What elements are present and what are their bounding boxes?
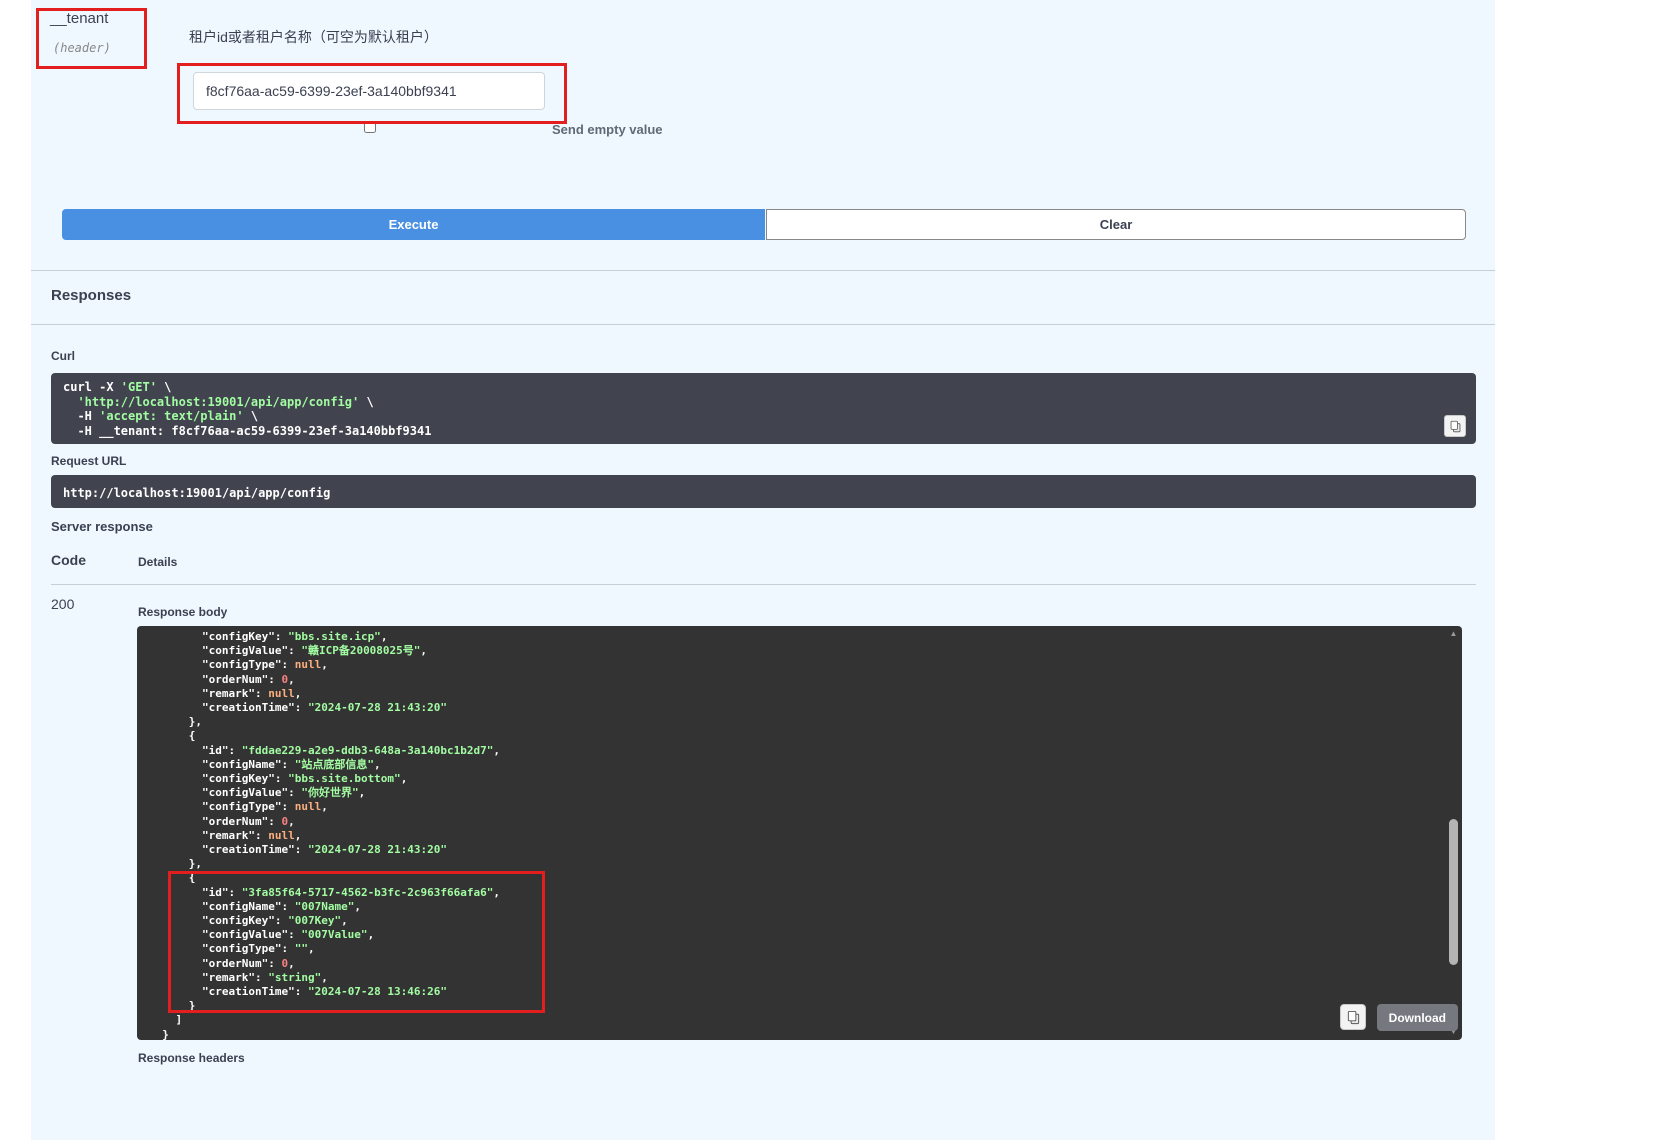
response-body-scrollbar[interactable]: ▲ ▼ bbox=[1447, 629, 1460, 1037]
send-empty-value-label: Send empty value bbox=[552, 122, 663, 137]
code-column-header: Code bbox=[51, 552, 86, 568]
response-body-label: Response body bbox=[138, 605, 227, 619]
copy-curl-icon[interactable] bbox=[1444, 415, 1466, 437]
scrollbar-track[interactable] bbox=[1448, 639, 1459, 1027]
scrollbar-up-icon[interactable]: ▲ bbox=[1450, 629, 1458, 639]
annotation-highlight-json-object bbox=[168, 871, 545, 1013]
table-header-divider bbox=[51, 584, 1476, 585]
curl-command: curl -X 'GET' \ 'http://localhost:19001/… bbox=[63, 380, 1464, 438]
annotation-highlight-tenant-input bbox=[177, 63, 567, 124]
clear-button[interactable]: Clear bbox=[766, 209, 1466, 240]
copy-response-icon[interactable] bbox=[1340, 1004, 1366, 1030]
download-button[interactable]: Download bbox=[1377, 1004, 1458, 1031]
parameter-description: 租户id或者租户名称（可空为默认租户） bbox=[189, 27, 438, 47]
curl-command-block: curl -X 'GET' \ 'http://localhost:19001/… bbox=[51, 373, 1476, 444]
request-url-block: http://localhost:19001/api/app/config bbox=[51, 475, 1476, 508]
swagger-ui-page: __tenant (header) 租户id或者租户名称（可空为默认租户） Se… bbox=[0, 0, 1667, 1140]
server-response-label: Server response bbox=[51, 519, 153, 534]
scrollbar-thumb[interactable] bbox=[1449, 819, 1458, 965]
response-headers-label: Response headers bbox=[138, 1051, 245, 1065]
execute-button[interactable]: Execute bbox=[62, 209, 765, 240]
details-column-header: Details bbox=[138, 555, 177, 569]
clipboard-icon bbox=[1346, 1010, 1361, 1025]
request-url-value: http://localhost:19001/api/app/config bbox=[63, 486, 330, 500]
responses-title: Responses bbox=[51, 287, 131, 304]
annotation-highlight-tenant-param bbox=[36, 8, 147, 69]
status-code: 200 bbox=[51, 596, 74, 612]
request-url-label: Request URL bbox=[51, 454, 126, 468]
clipboard-icon bbox=[1449, 420, 1462, 433]
responses-header-divider bbox=[31, 324, 1495, 325]
responses-top-divider bbox=[31, 270, 1495, 271]
curl-label: Curl bbox=[51, 349, 75, 363]
